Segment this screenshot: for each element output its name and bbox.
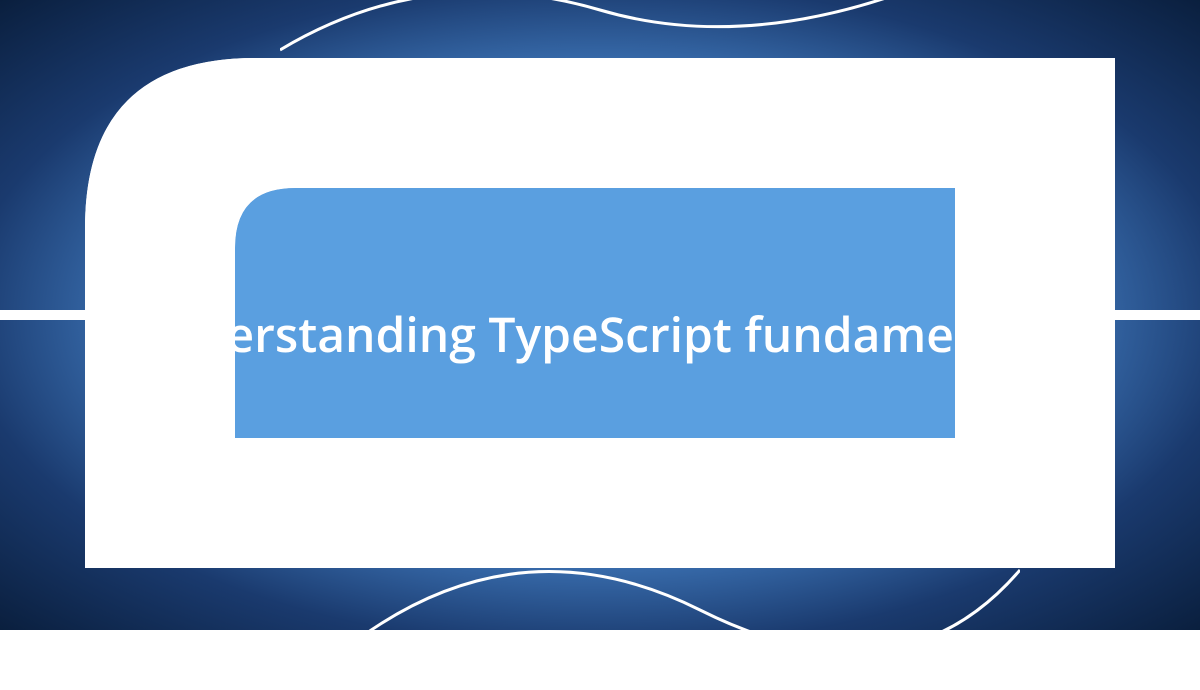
hero-title: derstanding TypeScript fundament: [0, 302, 1200, 367]
